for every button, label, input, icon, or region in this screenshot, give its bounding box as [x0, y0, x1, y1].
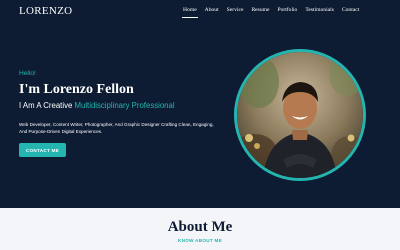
hero-greeting: Hello!: [19, 70, 36, 77]
main-nav: Home About Service Resume Portfolio Test…: [182, 5, 367, 19]
nav-contact[interactable]: Contact: [342, 5, 359, 19]
hero-role-prefix: I Am A Creative: [19, 101, 73, 110]
about-subtitle: KNOW ABOUT ME: [177, 238, 223, 243]
nav-testimonials[interactable]: Testimonials: [305, 5, 334, 19]
about-title: About Me: [167, 219, 233, 235]
profile-photo: [234, 49, 366, 181]
nav-home[interactable]: Home: [182, 5, 198, 19]
hero-description: Web Developer, Content Writer, Photograp…: [19, 122, 214, 135]
nav-service[interactable]: Service: [227, 5, 244, 19]
hero-role-highlight: Multidisciplinary Professional: [74, 101, 175, 110]
nav-about[interactable]: About: [205, 5, 219, 19]
nav-resume[interactable]: Resume: [251, 5, 269, 19]
hero-name: I'm Lorenzo Fellon: [19, 82, 134, 97]
contact-me-button[interactable]: CONTACT ME: [19, 143, 66, 157]
profile-photo-illustration: [237, 52, 363, 178]
site-logo[interactable]: LORENZO: [19, 5, 72, 17]
nav-portfolio[interactable]: Portfolio: [277, 5, 297, 19]
hero-role: I Am A Creative Multidisciplinary Profes…: [19, 101, 175, 110]
hero-section: LORENZO Home About Service Resume Portfo…: [0, 0, 400, 208]
